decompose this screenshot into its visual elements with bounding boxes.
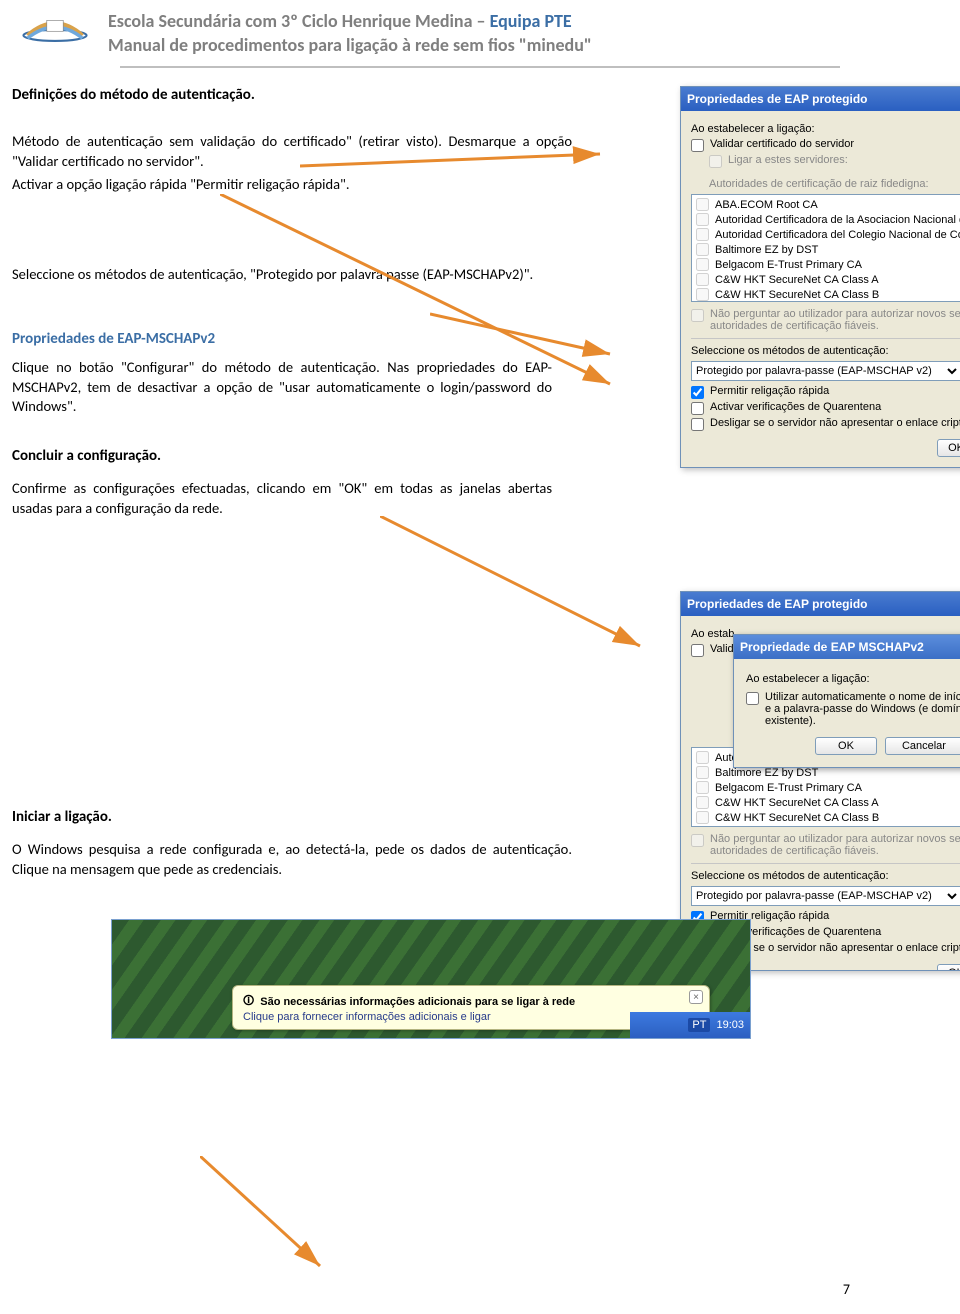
list-item: Autoridad Certificadora del Colegio Naci… [694,227,960,242]
auth-method-select[interactable]: Protegido por palavra-passe (EAP-MSCHAP … [691,361,960,381]
eap-protected-dialog-2: Propriedades de EAP protegido ? X Ao est… [680,591,960,971]
list-item: C&W HKT SecureNet CA Class A [694,272,960,287]
chk-use-windows-creds[interactable]: Utilizar automaticamente o nome de iníci… [746,691,960,727]
eap-protected-dialog-1: Propriedades de EAP protegido ? X Ao est… [680,86,960,468]
tray-clock: 19:03 [716,1019,744,1031]
methods-label: Seleccione os métodos de autenticação: [691,345,960,357]
list-item: C&W HKT SecureNet CA Class B [694,287,960,302]
ca-label: Autoridades de certificação de raiz fide… [709,178,960,190]
page-header: Escola Secundária com 3º Ciclo Henrique … [0,0,960,62]
section-2-p1: Clique no botão "Configurar" do método d… [12,358,552,417]
balloon-close-icon[interactable]: × [689,990,703,1004]
inner-cancel-button[interactable]: Cancelar [885,737,960,755]
section-1-title: Definições do método de autenticação. [12,86,572,104]
section-2-title: Propriedades de EAP-MSCHAPv2 [12,330,572,348]
dialog2-title: Propriedades de EAP protegido [687,597,867,611]
list-item: C&W HKT SecureNet CA Class B [694,810,960,825]
chk-fast-reconnect[interactable]: Permitir religação rápida [691,385,960,399]
ok-button[interactable]: OK [937,439,960,457]
school-logo-icon [20,8,90,56]
list-item: Baltimore EZ by DST [694,242,960,257]
methods-label-2: Seleccione os métodos de autenticação: [691,870,960,882]
system-tray[interactable]: PT 19:03 [630,1012,750,1038]
section-4-title: Iniciar a ligação. [12,808,572,826]
chk-tlv[interactable]: Desligar se o servidor não apresentar o … [691,417,960,431]
ok-button-2[interactable]: OK [937,964,960,971]
list-item: Belgacom E-Trust Primary CA [694,780,960,795]
taskbar-screenshot: × 🛈 São necessárias informações adiciona… [111,919,751,1039]
list-item: Autoridad Certificadora de la Asociacion… [694,212,960,227]
inner-ok-button[interactable]: OK [815,737,877,755]
list-item: Belgacom E-Trust Primary CA [694,257,960,272]
dialog1-titlebar[interactable]: Propriedades de EAP protegido ? X [681,87,960,111]
section-3-title: Concluir a configuração. [12,447,572,465]
header-team: Equipa PTE [490,10,572,32]
header-rule [120,66,840,68]
page-number: 7 [843,1281,850,1298]
section-1-p3: Seleccione os métodos de autenticação, "… [12,265,572,285]
dialog1-title: Propriedades de EAP protegido [687,92,867,106]
chk-validate-cert[interactable]: Validar certificado do servidor [691,138,960,152]
header-line-2: Manual de procedimentos para ligação à r… [108,34,592,56]
chk-connect-servers[interactable]: Ligar a estes servidores: [709,154,960,168]
ca-listbox[interactable]: ABA.ECOM Root CA Autoridad Certificadora… [691,194,960,302]
section-3-p1: Confirme as configurações efectuadas, cl… [12,479,552,518]
info-icon: 🛈 [243,992,254,1011]
balloon-title: São necessárias informações adicionais p… [260,996,575,1008]
header-line-1: Escola Secundária com 3º Ciclo Henrique … [108,10,592,32]
chk-no-prompt-2[interactable]: Não perguntar ao utilizador para autoriz… [691,833,960,857]
section-4-p1: O Windows pesquisa a rede configurada e,… [12,840,572,879]
header-school: Escola Secundária com 3º Ciclo Henrique … [108,10,490,32]
inner-title: Propriedade de EAP MSCHAPv2 [740,640,924,654]
inner-connect-label: Ao estabelecer a ligação: [746,673,960,685]
eap-mschapv2-dialog: Propriedade de EAP MSCHAPv2 X Ao estabel… [733,634,960,768]
inner-titlebar[interactable]: Propriedade de EAP MSCHAPv2 X [734,635,960,659]
section-1-p2: Activar a opção ligação rápida "Permitir… [12,175,572,195]
dialog2-titlebar[interactable]: Propriedades de EAP protegido ? X [681,592,960,616]
auth-method-select-2[interactable]: Protegido por palavra-passe (EAP-MSCHAP … [691,886,960,906]
chk-quarantine[interactable]: Activar verificações de Quarentena [691,401,960,415]
arrow-annotation-icon [200,1156,430,1276]
dialog1-connect-label: Ao estabelecer a ligação: [691,123,960,135]
tray-language[interactable]: PT [688,1018,710,1032]
list-item: ABA.ECOM Root CA [694,197,960,212]
list-item: C&W HKT SecureNet CA Class A [694,795,960,810]
section-1-p1: Método de autenticação sem validação do … [12,132,572,171]
chk-no-prompt[interactable]: Não perguntar ao utilizador para autoriz… [691,308,960,332]
